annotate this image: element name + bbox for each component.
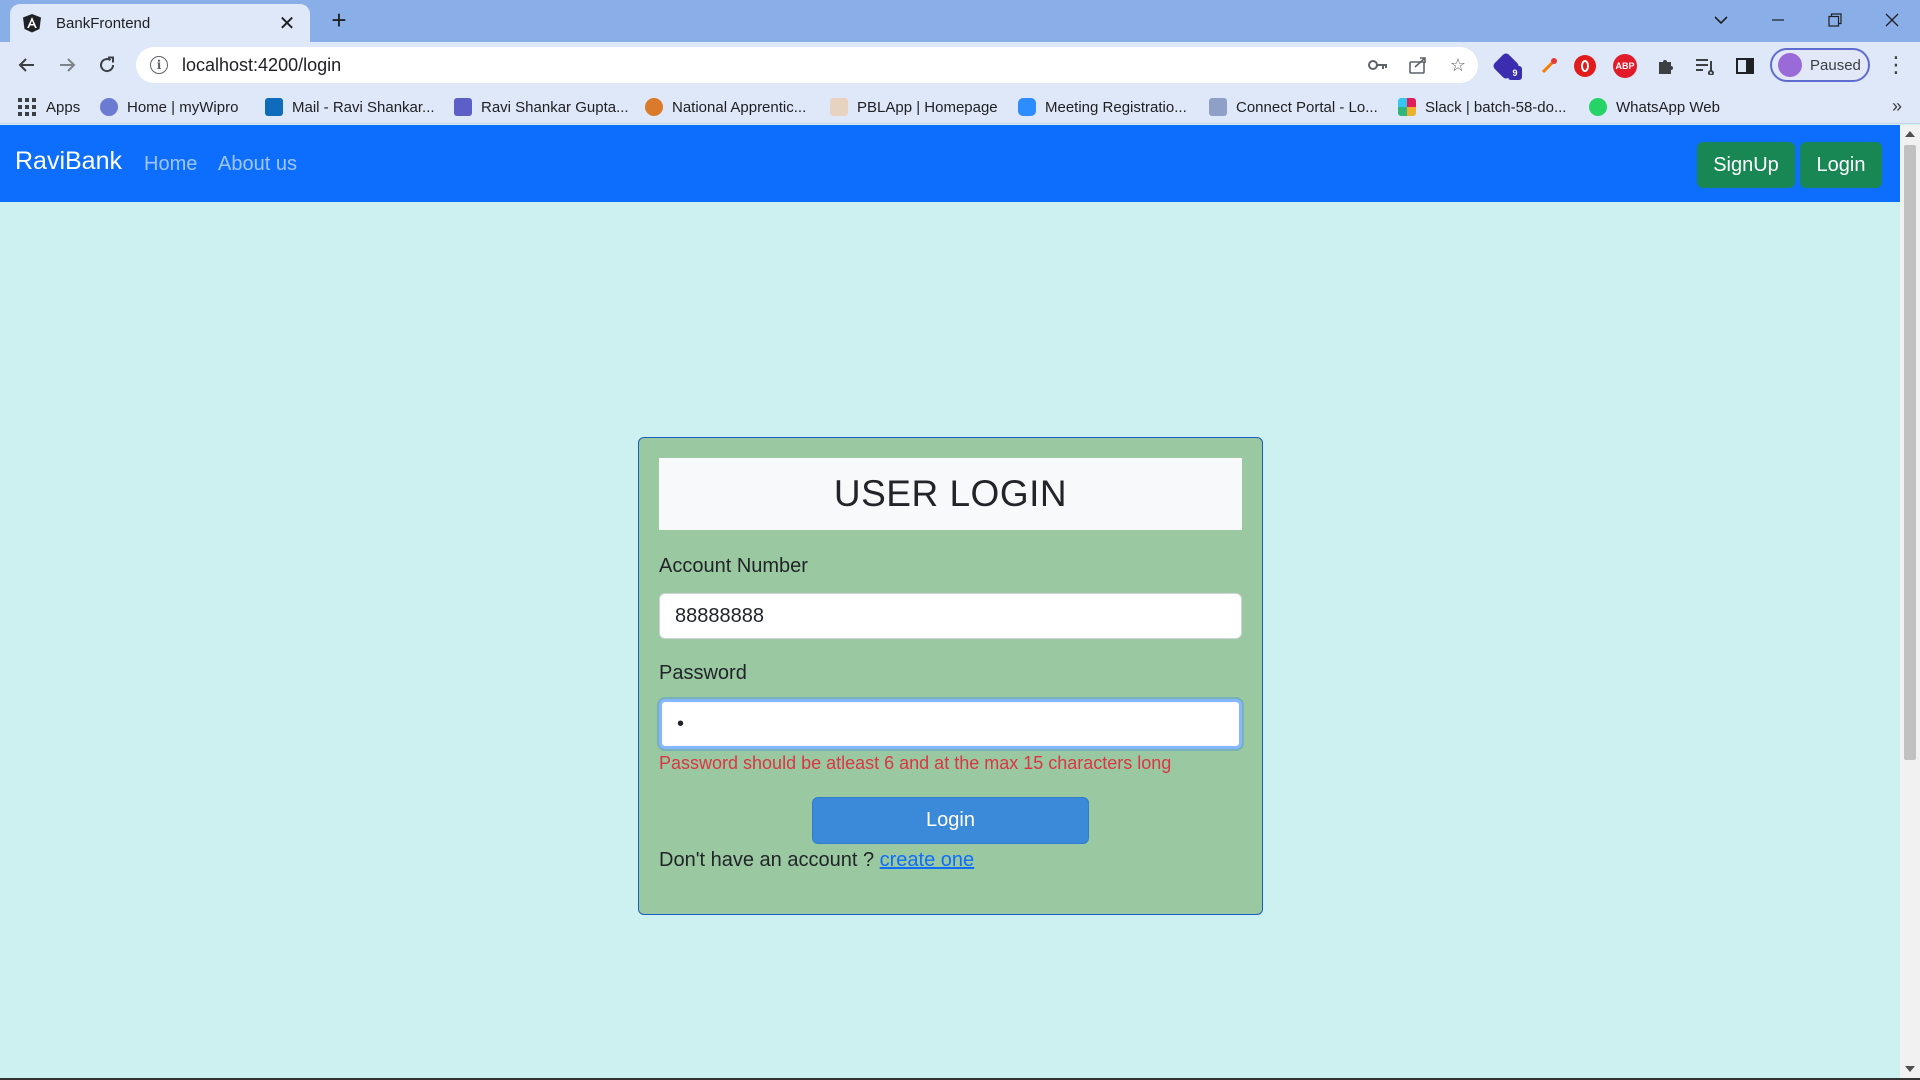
extension-eyedropper-icon[interactable] [1536, 53, 1562, 79]
bookmark-label: Connect Portal - Lo... [1236, 98, 1378, 116]
login-card: USER LOGIN Account Number 88888888 Passw… [638, 437, 1263, 915]
side-panel-icon[interactable] [1732, 53, 1758, 79]
url-text[interactable]: localhost:4200/login [182, 55, 1358, 76]
scrollbar-thumb[interactable] [1904, 145, 1916, 760]
bookmark-whatsapp[interactable]: WhatsApp Web [1589, 96, 1720, 118]
tab-search-icon[interactable] [1692, 0, 1749, 40]
angular-icon [22, 13, 42, 33]
browser-menu-icon[interactable]: ⋮ [1884, 52, 1908, 78]
reload-icon[interactable] [92, 50, 122, 80]
bookmark-slack[interactable]: Slack | batch-58-do... [1398, 96, 1566, 118]
page-viewport: RaviBank Home About us SignUp Login USER… [0, 125, 1900, 1078]
account-number-label: Account Number [659, 555, 808, 577]
extension-adblock-icon[interactable]: ABP [1613, 54, 1637, 78]
bookmark-label: Slack | batch-58-do... [1425, 98, 1567, 116]
bookmark-meeting-registration[interactable]: Meeting Registratio... [1018, 96, 1187, 118]
avatar [1778, 53, 1802, 77]
scroll-down-arrow-icon[interactable] [1905, 1066, 1915, 1072]
bookmark-label: Ravi Shankar Gupta... [481, 98, 629, 116]
forward-arrow-icon[interactable] [52, 50, 82, 80]
create-account-link[interactable]: create one [880, 849, 975, 871]
whatsapp-icon [1589, 98, 1607, 116]
navbar: RaviBank Home About us SignUp Login [0, 125, 1900, 202]
address-bar[interactable]: i localhost:4200/login ☆ [136, 47, 1478, 83]
extension-badge: 9 [1508, 66, 1522, 80]
password-label: Password [659, 662, 747, 684]
signup-prompt-text: Don't have an account ? [659, 849, 880, 871]
connect-portal-icon [1209, 98, 1227, 116]
minimize-icon[interactable] [1749, 0, 1806, 40]
restore-icon[interactable] [1806, 0, 1863, 40]
bookmarks-bar: Apps Home | myWipro Mail - Ravi Shankar.… [0, 88, 1920, 124]
key-icon[interactable] [1358, 47, 1398, 83]
bookmark-pblapp[interactable]: PBLApp | Homepage [830, 96, 998, 118]
tab-title: BankFrontend [56, 14, 151, 32]
bookmark-mail[interactable]: Mail - Ravi Shankar... [265, 96, 435, 118]
bookmark-label: PBLApp | Homepage [857, 98, 998, 116]
bookmark-label: Mail - Ravi Shankar... [292, 98, 435, 116]
bookmark-connect-portal[interactable]: Connect Portal - Lo... [1209, 96, 1378, 118]
navbar-login-button[interactable]: Login [1800, 142, 1882, 188]
close-tab-icon[interactable]: ✕ [276, 11, 298, 36]
wipro-icon [100, 98, 118, 116]
password-error-message: Password should be atleast 6 and at the … [659, 753, 1172, 773]
extensions-puzzle-icon[interactable] [1653, 53, 1679, 79]
bookmark-label: Meeting Registratio... [1045, 98, 1187, 116]
profile-label: Paused [1810, 56, 1861, 74]
tab-strip: BankFrontend ✕ + [0, 0, 1920, 42]
bookmark-mywipro[interactable]: Home | myWipro [100, 96, 238, 118]
bookmark-label: Apps [46, 98, 81, 116]
page-title: USER LOGIN [833, 473, 1068, 514]
profile-button[interactable]: Paused [1770, 48, 1870, 82]
zoom-icon [1018, 98, 1036, 116]
bookmark-apps[interactable]: Apps [18, 96, 80, 118]
bookmark-label: National Apprentic... [672, 98, 807, 116]
bookmark-label: Home | myWipro [127, 98, 239, 116]
password-input[interactable]: • [659, 699, 1242, 749]
bookmark-label: WhatsApp Web [1616, 98, 1720, 116]
page-scrollbar[interactable] [1900, 125, 1920, 1078]
card-header: USER LOGIN [659, 458, 1242, 530]
bookmark-teams[interactable]: Ravi Shankar Gupta... [454, 96, 629, 118]
site-info-icon[interactable]: i [150, 56, 168, 74]
back-arrow-icon[interactable] [12, 50, 42, 80]
scroll-up-arrow-icon[interactable] [1905, 131, 1915, 137]
login-submit-button[interactable]: Login [812, 797, 1089, 844]
account-number-input[interactable]: 88888888 [659, 593, 1242, 639]
teams-icon [454, 98, 472, 116]
bookmark-national-apprentice[interactable]: National Apprentic... [645, 96, 806, 118]
pblapp-icon [830, 98, 848, 116]
more-bookmarks-icon[interactable]: » [1892, 96, 1902, 117]
apprentice-icon [645, 98, 663, 116]
close-window-icon[interactable] [1863, 0, 1920, 40]
window-controls [1692, 0, 1920, 40]
signup-button[interactable]: SignUp [1697, 142, 1795, 188]
new-tab-button[interactable]: + [325, 7, 353, 35]
nav-link-home[interactable]: Home [144, 153, 197, 176]
bookmark-star-icon[interactable]: ☆ [1438, 47, 1478, 83]
apps-grid-icon [18, 98, 36, 116]
browser-toolbar: i localhost:4200/login ☆ 9 ABP Paused ⋮ [0, 42, 1920, 88]
reading-list-icon[interactable] [1692, 53, 1718, 79]
browser-tab[interactable]: BankFrontend ✕ [10, 4, 310, 42]
nav-link-about[interactable]: About us [218, 153, 297, 176]
extension-opera-icon[interactable] [1574, 55, 1596, 77]
share-icon[interactable] [1398, 47, 1438, 83]
brand-link[interactable]: RaviBank [15, 147, 122, 176]
signup-prompt: Don't have an account ? create one [659, 849, 974, 872]
slack-icon [1398, 98, 1416, 116]
outlook-icon [265, 98, 283, 116]
